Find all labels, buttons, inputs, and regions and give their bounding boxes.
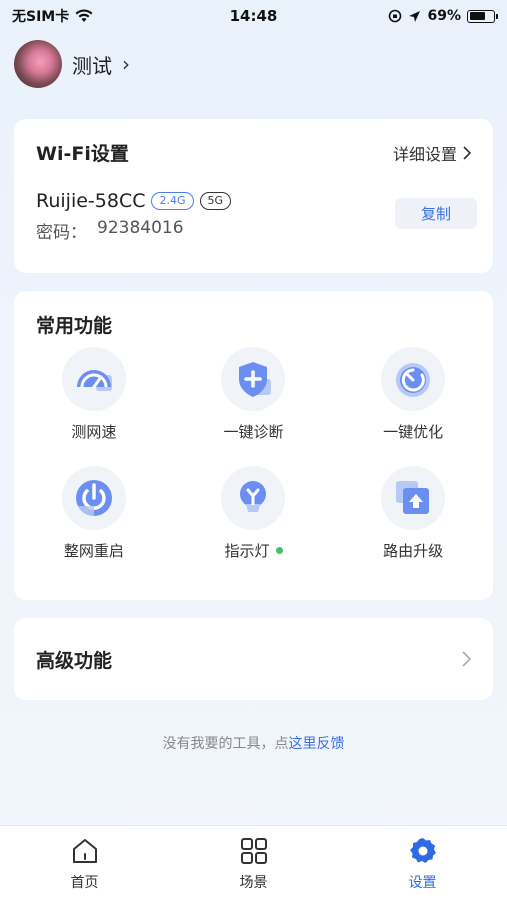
profile-name: 测试 (72, 53, 112, 78)
wifi-card-header: Wi-Fi设置 详细设置 (36, 139, 471, 166)
wifi-ssid: Ruijie-58CC (36, 190, 146, 212)
indicator-status-dot (275, 547, 283, 554)
feedback-line: 没有我要的工具，点这里反馈 (0, 733, 507, 753)
battery-percent: 69% (427, 8, 461, 24)
router-upgrade-button[interactable]: 路由升级 (333, 466, 493, 561)
band-24g-badge: 2.4G (151, 192, 194, 210)
rotation-lock-icon (389, 9, 402, 23)
location-arrow-icon (409, 10, 421, 22)
feedback-link[interactable]: 这里反馈 (289, 736, 345, 752)
upgrade-icon (381, 466, 446, 530)
chevron-right-icon: › (122, 52, 130, 76)
wifi-settings-title: Wi-Fi设置 (36, 143, 129, 165)
speedometer-icon (61, 347, 126, 411)
indicator-light-button[interactable]: 指示灯 (174, 466, 334, 561)
tab-scenes-label: 场景 (239, 875, 268, 891)
tab-home-label: 首页 (70, 875, 99, 891)
shield-plus-icon (221, 347, 286, 411)
speed-test-button[interactable]: 测网速 (14, 347, 174, 442)
wifi-settings-card: Wi-Fi设置 详细设置 Ruijie-58CC 2.4G 5G 密码： 923… (14, 119, 493, 273)
one-click-diagnose-button[interactable]: 一键诊断 (174, 347, 334, 442)
status-bar: 无SIM卡 14:48 69% (0, 0, 507, 32)
detail-settings-label: 详细设置 (392, 144, 457, 164)
avatar (14, 40, 62, 88)
tab-home[interactable]: 首页 (0, 826, 169, 900)
chevron-right-icon (463, 145, 471, 160)
router-upgrade-label: 路由升级 (383, 542, 444, 560)
power-icon (61, 466, 126, 530)
function-grid: 测网速 一键诊断 一键优化 整网重启 指示灯 路由升级 (14, 347, 493, 561)
chevron-right-icon (462, 651, 471, 667)
wifi-signal-icon (75, 9, 93, 22)
indicator-light-text: 指示灯 (224, 542, 270, 560)
password-label: 密码： (36, 223, 87, 243)
band-5g-badge: 5G (199, 192, 232, 210)
optimize-icon (381, 347, 446, 411)
feedback-text: 没有我要的工具，点 (162, 736, 289, 752)
network-restart-button[interactable]: 整网重启 (14, 466, 174, 561)
common-functions-card: 常用功能 测网速 一键诊断 一键优化 整网重启 指示灯 路由升级 (14, 291, 493, 600)
settings-icon (409, 838, 436, 863)
profile-entry[interactable]: 测试 › (14, 40, 130, 88)
bottom-tab-bar: 首页 场景 设置 (0, 825, 507, 900)
detail-settings-link[interactable]: 详细设置 (393, 141, 471, 165)
tab-scenes[interactable]: 场景 (169, 826, 338, 900)
tab-settings-label: 设置 (408, 875, 437, 891)
status-left: 无SIM卡 (12, 6, 93, 26)
copy-password-button[interactable]: 复制 (395, 198, 477, 229)
one-click-optimize-label: 一键优化 (383, 423, 444, 441)
one-click-optimize-button[interactable]: 一键优化 (333, 347, 493, 442)
carrier-label: 无SIM卡 (12, 9, 70, 25)
common-functions-title: 常用功能 (36, 315, 113, 337)
home-icon (72, 839, 97, 863)
advanced-functions-card[interactable]: 高级功能 (14, 618, 493, 700)
network-restart-label: 整网重启 (63, 542, 124, 560)
indicator-light-label: 指示灯 (224, 540, 283, 561)
grid-icon (240, 838, 267, 864)
battery-icon (467, 9, 498, 23)
speed-test-label: 测网速 (71, 423, 117, 441)
battery-fill (469, 12, 486, 20)
status-right: 69% (388, 8, 498, 24)
lightbulb-icon (221, 466, 286, 530)
tab-settings[interactable]: 设置 (338, 826, 507, 900)
advanced-functions-title: 高级功能 (36, 649, 113, 672)
password-value: 92384016 (97, 218, 184, 238)
one-click-diagnose-label: 一键诊断 (223, 423, 284, 441)
